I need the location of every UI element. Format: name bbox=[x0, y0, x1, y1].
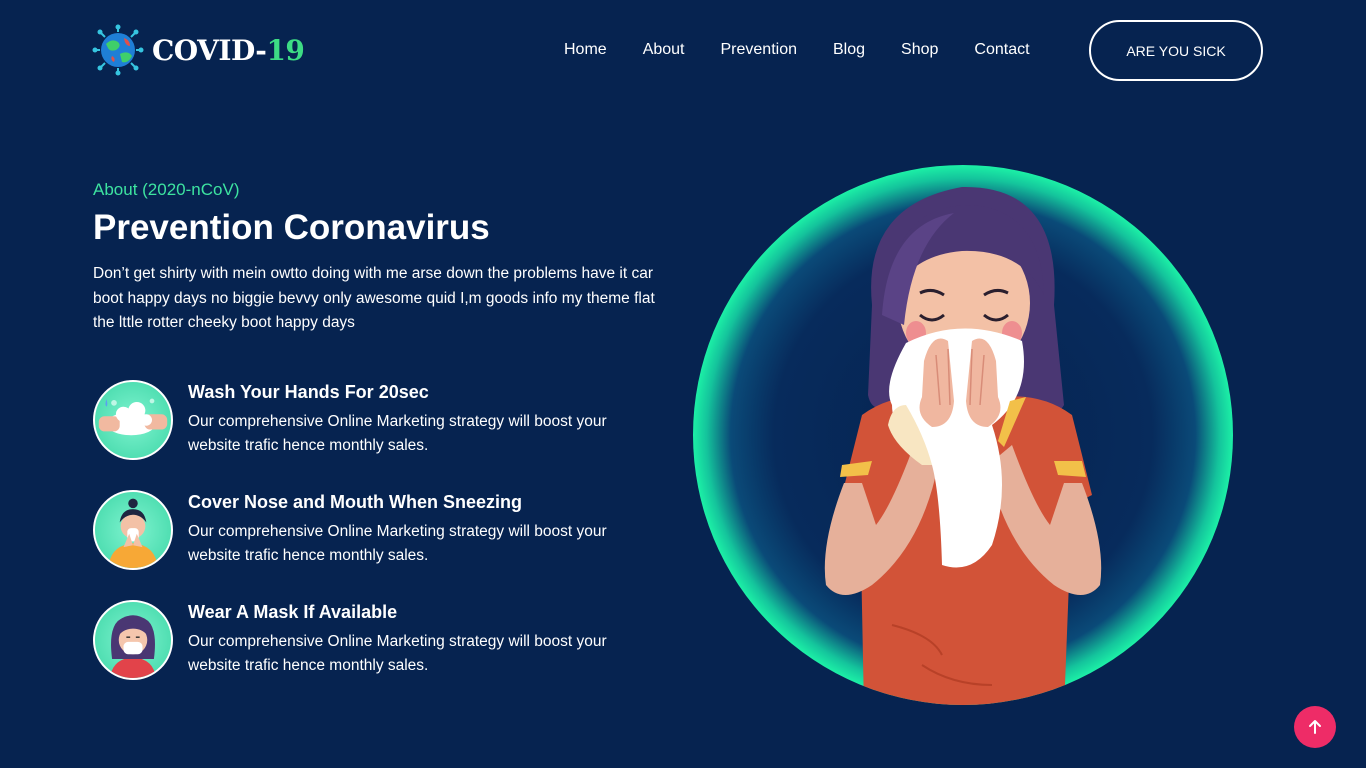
sneezing-woman-illustration bbox=[693, 165, 1233, 705]
feature-item-wear-mask: Wear A Mask If Available Our comprehensi… bbox=[93, 600, 653, 682]
nav-blog[interactable]: Blog bbox=[833, 38, 865, 62]
section-eyebrow: About (2020-nCoV) bbox=[93, 180, 240, 199]
main-nav: Home About Prevention Blog Shop Contact bbox=[546, 38, 1048, 62]
arrow-up-icon bbox=[1309, 720, 1321, 734]
nav-prevention[interactable]: Prevention bbox=[721, 38, 798, 62]
feature-title: Cover Nose and Mouth When Sneezing bbox=[188, 492, 523, 512]
feature-title: Wear A Mask If Available bbox=[188, 602, 398, 622]
logo-number: 19 bbox=[266, 33, 305, 67]
nav-shop[interactable]: Shop bbox=[901, 38, 938, 62]
logo-name: COVID- bbox=[152, 33, 267, 67]
virus-globe-icon bbox=[92, 24, 144, 76]
feature-item-wash-hands: Wash Your Hands For 20sec Our comprehens… bbox=[93, 380, 653, 462]
nav-about[interactable]: About bbox=[643, 38, 685, 62]
wash-hands-icon bbox=[93, 380, 173, 460]
nav-home[interactable]: Home bbox=[564, 38, 607, 62]
site-header: COVID-19 Home About Prevention Blog Shop… bbox=[0, 0, 1366, 100]
feature-description: Our comprehensive Online Marketing strat… bbox=[188, 633, 607, 674]
logo-text: COVID-19 bbox=[152, 33, 305, 67]
section-title: Prevention Coronavirus bbox=[93, 208, 490, 247]
are-you-sick-button[interactable]: ARE YOU SICK bbox=[1089, 20, 1263, 81]
nav-contact[interactable]: Contact bbox=[974, 38, 1029, 62]
scroll-to-top-button[interactable] bbox=[1294, 706, 1336, 748]
feature-title: Wash Your Hands For 20sec bbox=[188, 382, 429, 402]
feature-item-cover-sneeze: Cover Nose and Mouth When Sneezing Our c… bbox=[93, 490, 653, 572]
feature-description: Our comprehensive Online Marketing strat… bbox=[188, 413, 607, 454]
logo[interactable]: COVID-19 bbox=[92, 24, 305, 76]
face-mask-icon bbox=[93, 600, 173, 680]
sneeze-cover-icon bbox=[93, 490, 173, 570]
feature-description: Our comprehensive Online Marketing strat… bbox=[188, 523, 607, 564]
section-description: Don’t get shirty with mein owtto doing w… bbox=[93, 265, 655, 331]
